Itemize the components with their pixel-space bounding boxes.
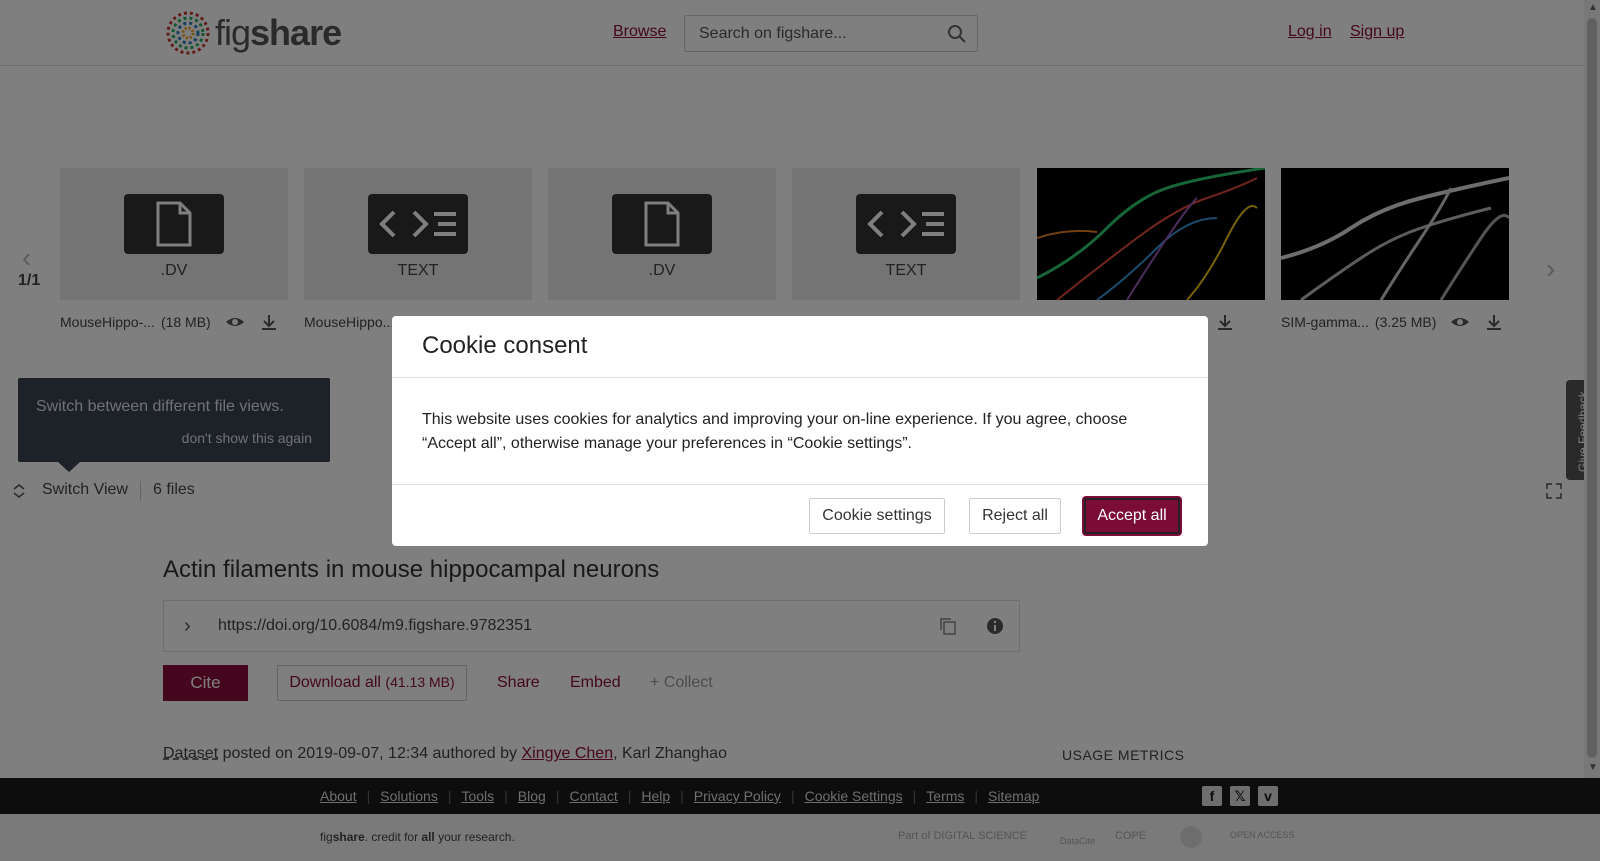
cookie-consent-dialog: Cookie consent This website uses cookies… [392,316,1208,546]
cookie-settings-button[interactable]: Cookie settings [809,498,945,534]
divider [392,377,1208,378]
accept-all-button[interactable]: Accept all [1084,498,1180,534]
divider [392,484,1208,485]
cookie-dialog-body: This website uses cookies for analytics … [422,411,1128,452]
reject-all-button[interactable]: Reject all [969,498,1061,534]
cookie-dialog-title: Cookie consent [422,332,588,359]
